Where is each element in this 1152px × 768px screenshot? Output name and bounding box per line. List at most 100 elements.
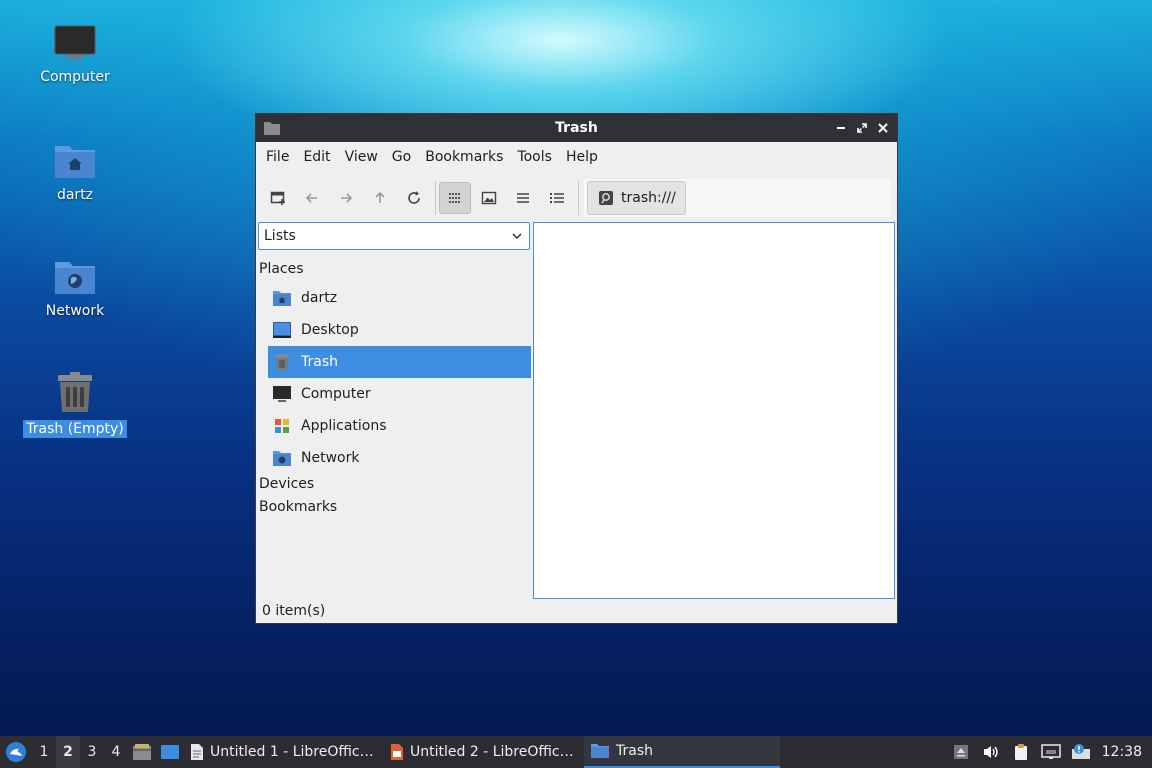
location-icon: [599, 191, 613, 205]
window-controls: [833, 114, 891, 142]
desktop-icon-label: dartz: [56, 187, 94, 203]
file-manager-icon: [133, 744, 151, 760]
task-label: Untitled 1 - LibreOffic…: [210, 744, 374, 760]
chevron-down-icon: [512, 233, 522, 240]
location-button-trash[interactable]: trash:///: [587, 181, 686, 215]
icon-view-button[interactable]: [439, 182, 471, 214]
menu-tools[interactable]: Tools: [510, 142, 559, 172]
workspace-3[interactable]: 3: [80, 736, 104, 768]
home-folder-icon: [55, 146, 95, 178]
devices-header[interactable]: Devices: [259, 476, 314, 492]
task-label: Untitled 2 - LibreOffic…: [410, 744, 574, 760]
thumbnail-view-button[interactable]: [473, 182, 505, 214]
desktop-icon-computer[interactable]: Computer: [25, 24, 125, 86]
image-icon: [481, 191, 497, 205]
folder-icon: [591, 744, 609, 758]
bookmarks-header[interactable]: Bookmarks: [259, 499, 337, 515]
file-manager-window: Trash File Edit View Go Bookmarks Tools …: [255, 113, 898, 624]
taskbar: 1 2 3 4 Untitled 1 - LibreOffic… Untitle…: [0, 736, 1152, 768]
home-folder-icon: [273, 291, 291, 306]
place-label: Trash: [301, 354, 338, 370]
start-menu-icon: [6, 742, 26, 762]
task-trash[interactable]: Trash: [584, 736, 780, 768]
place-label: Computer: [301, 386, 371, 402]
task-libreoffice-1[interactable]: Untitled 1 - LibreOffic…: [184, 736, 384, 768]
place-item-applications[interactable]: Applications: [268, 410, 531, 442]
desktop-icon-label: Network: [45, 303, 105, 319]
compact-view-button[interactable]: [507, 182, 539, 214]
window-titlebar[interactable]: Trash: [256, 114, 897, 142]
grid-icon: [449, 193, 460, 203]
up-button[interactable]: [364, 182, 396, 214]
quicklaunch-file-manager[interactable]: [128, 736, 156, 768]
toolbar: trash:///: [262, 179, 891, 217]
system-tray: 12:38: [946, 736, 1152, 768]
desktop-icon-label: Trash (Empty): [23, 420, 127, 438]
place-item-computer[interactable]: Computer: [268, 378, 531, 410]
place-item-network[interactable]: Network: [268, 442, 531, 474]
workspace-4[interactable]: 4: [104, 736, 128, 768]
tray-eject-button[interactable]: [946, 736, 976, 768]
desktop-icon-home[interactable]: dartz: [25, 140, 125, 204]
detailed-list-icon: [550, 193, 564, 203]
show-desktop-icon: [161, 745, 179, 759]
toolbar-separator: [435, 181, 436, 215]
arrow-left-icon: [305, 193, 317, 203]
clock[interactable]: 12:38: [1096, 744, 1152, 760]
maximize-button[interactable]: [854, 120, 870, 136]
start-menu-button[interactable]: [0, 736, 32, 768]
tray-volume-button[interactable]: [976, 736, 1006, 768]
applications-icon: [275, 419, 289, 433]
close-button[interactable]: [875, 120, 891, 136]
place-item-home[interactable]: dartz: [268, 282, 531, 314]
menu-go[interactable]: Go: [385, 142, 418, 172]
places-header: Places: [259, 261, 304, 277]
menu-edit[interactable]: Edit: [296, 142, 337, 172]
eject-icon: [953, 745, 968, 759]
menu-bookmarks[interactable]: Bookmarks: [418, 142, 510, 172]
workspace-1[interactable]: 1: [32, 736, 56, 768]
place-item-desktop[interactable]: Desktop: [268, 314, 531, 346]
arrow-up-icon: [375, 191, 385, 203]
clipboard-icon: [1014, 744, 1027, 760]
menu-view[interactable]: View: [338, 142, 385, 172]
reload-button[interactable]: [398, 182, 430, 214]
desktop-icon-label: Computer: [40, 69, 110, 85]
reload-icon: [408, 191, 420, 204]
menu-help[interactable]: Help: [559, 142, 605, 172]
tray-network-button[interactable]: [1036, 736, 1066, 768]
computer-icon: [54, 25, 96, 59]
quicklaunch-show-desktop[interactable]: [156, 736, 184, 768]
workspace-2[interactable]: 2: [56, 736, 80, 768]
forward-button[interactable]: [330, 182, 362, 214]
status-bar-text: 0 item(s): [262, 603, 326, 619]
close-icon: [878, 123, 888, 133]
toolbar-separator: [578, 181, 579, 215]
place-item-trash[interactable]: Trash: [268, 346, 531, 378]
network-folder-icon: [273, 451, 291, 466]
desktop-icon: [273, 322, 291, 338]
desktop-icon-trash[interactable]: Trash (Empty): [23, 372, 127, 438]
desktop-icon-network[interactable]: Network: [25, 256, 125, 320]
task-libreoffice-2[interactable]: Untitled 2 - LibreOffic…: [384, 736, 584, 768]
tray-clipboard-button[interactable]: [1006, 736, 1036, 768]
place-label: Network: [301, 450, 360, 466]
new-tab-icon: [270, 191, 285, 205]
window-title: Trash: [555, 120, 598, 136]
side-pane-mode-select[interactable]: Lists: [258, 222, 530, 250]
menu-file[interactable]: File: [259, 142, 296, 172]
new-tab-button[interactable]: [262, 182, 294, 214]
presentation-icon: [391, 744, 403, 760]
maximize-icon: [857, 123, 867, 133]
volume-icon: [983, 746, 998, 758]
trash-icon: [58, 372, 92, 412]
file-view-pane[interactable]: [533, 222, 895, 599]
detailed-view-button[interactable]: [541, 182, 573, 214]
side-pane-mode-value: Lists: [264, 228, 296, 244]
minimize-button[interactable]: [833, 120, 849, 136]
folder-icon: [264, 122, 280, 135]
trash-icon: [275, 354, 289, 370]
task-label: Trash: [616, 743, 653, 759]
back-button[interactable]: [296, 182, 328, 214]
tray-updates-button[interactable]: [1066, 736, 1096, 768]
